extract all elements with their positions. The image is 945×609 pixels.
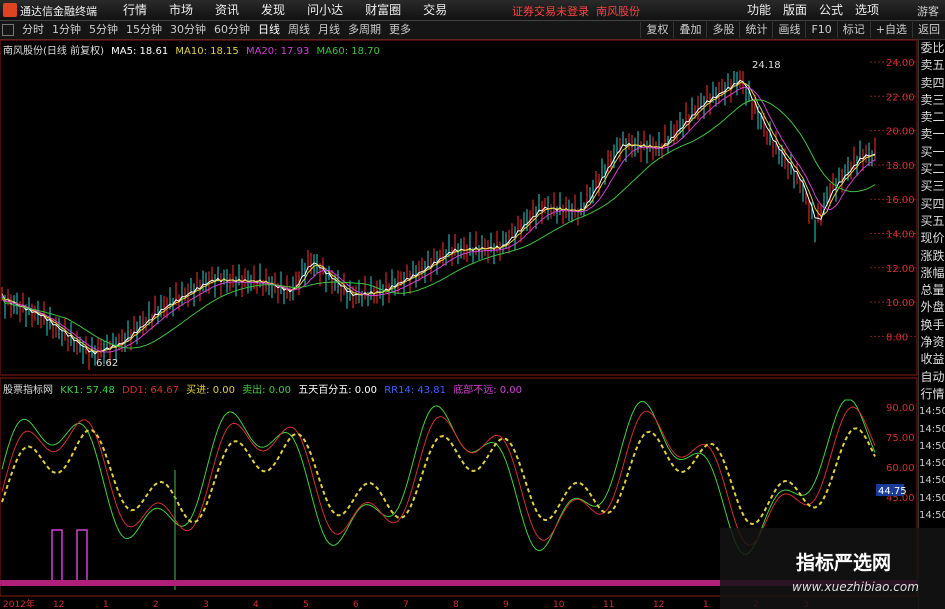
quote-side-panel: 委比卖五卖四卖三卖二卖一买一买二买三买四买五现价涨跌涨幅总量外盘换手净资收益自动… bbox=[918, 40, 945, 609]
dd1-line bbox=[1, 406, 876, 546]
x-tick-label: 12 bbox=[53, 600, 64, 609]
ma10-line bbox=[1, 82, 876, 353]
side-panel-label: 买三 bbox=[920, 179, 945, 194]
price-tick-label: 20.00 bbox=[886, 127, 915, 138]
ma60-line bbox=[1, 99, 876, 349]
x-tick-label: 6 bbox=[353, 600, 359, 609]
price-pane-frame bbox=[0, 39, 918, 376]
side-panel-label: 净资 bbox=[920, 335, 945, 350]
ma5-line bbox=[1, 79, 876, 355]
indicator-current-label: 44.75 bbox=[878, 486, 907, 497]
side-panel-label: 换手 bbox=[920, 317, 945, 332]
side-panel-label: 买一 bbox=[920, 144, 945, 159]
price-tick-label: 24.00 bbox=[886, 58, 915, 69]
side-panel-label: 收益 bbox=[920, 352, 945, 367]
x-tick-label: 4 bbox=[253, 600, 259, 609]
chart-canvas[interactable]: 24.0022.0020.0018.0016.0014.0012.0010.00… bbox=[0, 0, 945, 609]
price-tick-label: 22.00 bbox=[886, 92, 915, 103]
indicator-tick-label: 75.00 bbox=[886, 433, 915, 444]
side-panel-label: 委比 bbox=[920, 41, 945, 55]
price-tick-label: 8.00 bbox=[886, 332, 908, 343]
ma20-line bbox=[1, 86, 876, 353]
x-tick-label: 10 bbox=[553, 600, 565, 609]
high-price-label: 24.18 bbox=[752, 60, 781, 71]
rr14-line bbox=[1, 427, 876, 526]
ma20-label: MA20: 17.93 bbox=[245, 46, 310, 57]
side-panel-label: 14:50 bbox=[919, 510, 945, 522]
dd1-label: DD1: 64.67 bbox=[122, 385, 179, 396]
side-panel-label: 14:50 bbox=[919, 475, 945, 487]
x-tick-label: 8 bbox=[453, 600, 459, 609]
watermark-url: www.xuezhibiao.com bbox=[792, 580, 919, 594]
side-panel-label: 买四 bbox=[920, 196, 945, 211]
side-panel-label: 涨跌 bbox=[920, 248, 945, 263]
stock-name: 南风股份(日线 前复权) bbox=[3, 46, 104, 57]
main-legend: 南风股份(日线 前复权) MA5: 18.61 MA10: 18.15 MA20… bbox=[3, 42, 384, 57]
price-tick-label: 16.00 bbox=[886, 195, 915, 206]
side-panel-label: 卖一 bbox=[920, 127, 945, 142]
side-panel-label: 卖二 bbox=[920, 110, 945, 125]
side-panel-label: 14:50 bbox=[919, 458, 945, 470]
sell-label: 卖出: 0.00 bbox=[242, 385, 292, 396]
x-tick-label: 9 bbox=[503, 600, 509, 609]
x-tick-label: 7 bbox=[403, 600, 409, 609]
low-price-label: 6.62 bbox=[96, 358, 118, 369]
side-panel-label: 14:50 bbox=[919, 492, 945, 504]
side-panel-label: 行情 bbox=[920, 386, 945, 401]
side-panel-label: 卖三 bbox=[920, 92, 945, 107]
side-panel-label: 卖四 bbox=[920, 75, 945, 90]
x-tick-label: 2 bbox=[153, 600, 159, 609]
x-tick-label: 5 bbox=[303, 600, 309, 609]
side-panel-label: 买二 bbox=[920, 162, 945, 177]
bottom-signal-box bbox=[76, 529, 88, 586]
indicator-name: 股票指标网 bbox=[3, 385, 53, 396]
x-tick-label: 12 bbox=[653, 600, 664, 609]
ma5-label: MA5: 18.61 bbox=[111, 46, 169, 57]
side-panel-label: 现价 bbox=[920, 231, 945, 246]
bottom-signal-box bbox=[51, 529, 63, 586]
price-tick-label: 12.00 bbox=[886, 264, 915, 275]
x-tick-label: 1 bbox=[103, 600, 109, 609]
kk1-label: KK1: 57.48 bbox=[60, 385, 115, 396]
x-tick-label: 3 bbox=[203, 600, 209, 609]
indicator-tick-label: 60.00 bbox=[886, 463, 915, 474]
side-panel-label: 外盘 bbox=[920, 300, 945, 315]
side-panel-label: 卖五 bbox=[920, 58, 945, 73]
bottom-label: 底部不远: 0.00 bbox=[453, 385, 523, 396]
x-tick-label: 11 bbox=[603, 600, 614, 609]
indicator-legend: 股票指标网 KK1: 57.48 DD1: 64.67 买进: 0.00 卖出:… bbox=[3, 381, 526, 396]
rr14-label: RR14: 43.81 bbox=[384, 385, 447, 396]
watermark: 指标严选网 www.xuezhibiao.com bbox=[720, 528, 945, 609]
side-panel-label: 自动 bbox=[920, 369, 945, 384]
ma10-label: MA10: 18.15 bbox=[175, 46, 239, 57]
price-tick-label: 14.00 bbox=[886, 230, 915, 241]
ma60-label: MA60: 18.70 bbox=[316, 46, 380, 57]
side-panel-label: 14:50 bbox=[919, 440, 945, 452]
side-panel-label: 总量 bbox=[920, 283, 945, 298]
side-panel-label: 买五 bbox=[920, 213, 945, 228]
buy-label: 买进: 0.00 bbox=[186, 385, 235, 396]
price-tick-label: 18.00 bbox=[886, 161, 915, 172]
five-label: 五天百分五: 0.00 bbox=[298, 385, 378, 396]
x-tick-label: 2012年 bbox=[3, 598, 35, 609]
price-tick-label: 10.00 bbox=[886, 298, 915, 309]
indicator-tick-label: 90.00 bbox=[886, 403, 915, 414]
side-panel-label: 14:50 bbox=[919, 406, 945, 418]
watermark-title: 指标严选网 bbox=[796, 552, 892, 574]
x-tick-label: 1 bbox=[703, 600, 709, 609]
side-panel-label: 14:50 bbox=[919, 423, 945, 435]
side-panel-label: 涨幅 bbox=[920, 265, 945, 280]
